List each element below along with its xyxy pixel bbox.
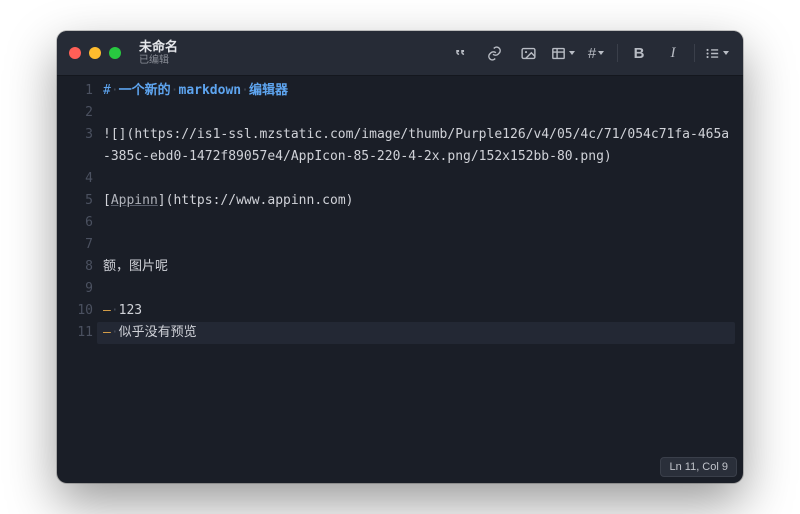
quote-icon bbox=[452, 45, 469, 62]
line-gutter: 1 2 3 4 5 6 7 8 9 10 11 bbox=[57, 80, 103, 483]
code-line[interactable]: #·一个新的·markdown·编辑器 bbox=[103, 80, 735, 102]
space-dot: · bbox=[111, 303, 119, 318]
md-url: https://is1-ssl.mzstatic.com/image/thumb… bbox=[103, 127, 729, 164]
code-line[interactable] bbox=[103, 212, 735, 234]
table-icon bbox=[550, 45, 567, 62]
line-number: 5 bbox=[57, 190, 93, 212]
list-button[interactable] bbox=[701, 40, 731, 66]
titlebar: 未命名 已编辑 # B bbox=[57, 31, 743, 76]
document-title: 未命名 bbox=[139, 40, 178, 55]
traffic-lights bbox=[69, 47, 121, 59]
line-number: 3 bbox=[57, 124, 93, 168]
code-line[interactable]: [Appinn](https://www.appinn.com) bbox=[103, 190, 735, 212]
chevron-down-icon bbox=[569, 51, 575, 55]
code-line[interactable]: –·123 bbox=[103, 300, 735, 322]
code-line[interactable] bbox=[103, 102, 735, 124]
minimize-button[interactable] bbox=[89, 47, 101, 59]
heading-button[interactable]: # bbox=[581, 40, 611, 66]
code-line[interactable] bbox=[103, 278, 735, 300]
title-wrap: 未命名 已编辑 bbox=[139, 40, 178, 66]
h1-text: 一个新的 bbox=[119, 83, 171, 98]
list-icon bbox=[704, 45, 721, 62]
h1-text: markdown bbox=[179, 83, 242, 98]
statusbar-wrap: Ln 11, Col 9 bbox=[660, 457, 737, 477]
editor-window: 未命名 已编辑 # B bbox=[57, 31, 743, 483]
chevron-down-icon bbox=[598, 51, 604, 55]
md-image-suffix: ) bbox=[604, 149, 612, 164]
space-dot: · bbox=[111, 83, 119, 98]
line-number: 9 bbox=[57, 278, 93, 300]
line-number: 10 bbox=[57, 300, 93, 322]
italic-button[interactable]: I bbox=[658, 40, 688, 66]
md-hash: # bbox=[103, 83, 111, 98]
md-image-prefix: ![]( bbox=[103, 127, 134, 142]
maximize-button[interactable] bbox=[109, 47, 121, 59]
code-line[interactable]: 额，图片呢 bbox=[103, 256, 735, 278]
line-number: 2 bbox=[57, 102, 93, 124]
space-dot: · bbox=[171, 83, 179, 98]
toolbar-separator bbox=[694, 44, 695, 62]
space-dot: · bbox=[111, 325, 119, 340]
code-line[interactable] bbox=[103, 168, 735, 190]
bullet-marker: – bbox=[103, 303, 111, 318]
md-bracket: ]( bbox=[158, 193, 174, 208]
link-button[interactable] bbox=[479, 40, 509, 66]
image-icon bbox=[520, 45, 537, 62]
md-bracket: [ bbox=[103, 193, 111, 208]
hash-icon: # bbox=[588, 45, 596, 62]
line-number: 8 bbox=[57, 256, 93, 278]
space-dot: · bbox=[241, 83, 249, 98]
editor-area[interactable]: 1 2 3 4 5 6 7 8 9 10 11 #·一个新的·markdown·… bbox=[57, 76, 743, 483]
code-line[interactable] bbox=[103, 234, 735, 256]
line-number: 11 bbox=[57, 322, 93, 344]
text: 额，图片呢 bbox=[103, 259, 168, 274]
image-button[interactable] bbox=[513, 40, 543, 66]
cursor-position: Ln 11, Col 9 bbox=[660, 457, 737, 477]
document-status: 已编辑 bbox=[139, 55, 178, 67]
chevron-down-icon bbox=[723, 51, 729, 55]
toolbar-separator bbox=[617, 44, 618, 62]
bold-button[interactable]: B bbox=[624, 40, 654, 66]
bullet-marker: – bbox=[103, 325, 111, 340]
md-link-name: Appinn bbox=[111, 193, 158, 208]
quote-button[interactable] bbox=[445, 40, 475, 66]
bold-icon: B bbox=[634, 45, 645, 62]
text: 似乎没有预览 bbox=[119, 325, 197, 340]
line-number: 6 bbox=[57, 212, 93, 234]
code-line[interactable]: –·似乎没有预览 bbox=[97, 322, 735, 344]
code-content[interactable]: #·一个新的·markdown·编辑器 ![](https://is1-ssl.… bbox=[103, 80, 743, 483]
link-icon bbox=[486, 45, 503, 62]
line-number: 7 bbox=[57, 234, 93, 256]
code-line[interactable]: ![](https://is1-ssl.mzstatic.com/image/t… bbox=[103, 124, 735, 168]
italic-icon: I bbox=[671, 45, 676, 62]
line-number: 1 bbox=[57, 80, 93, 102]
line-number: 4 bbox=[57, 168, 93, 190]
toolbar: # B I bbox=[445, 40, 731, 66]
h1-text: 编辑器 bbox=[249, 83, 288, 98]
md-url: https://www.appinn.com bbox=[173, 193, 345, 208]
close-button[interactable] bbox=[69, 47, 81, 59]
text: 123 bbox=[119, 303, 142, 318]
md-bracket: ) bbox=[346, 193, 354, 208]
table-button[interactable] bbox=[547, 40, 577, 66]
